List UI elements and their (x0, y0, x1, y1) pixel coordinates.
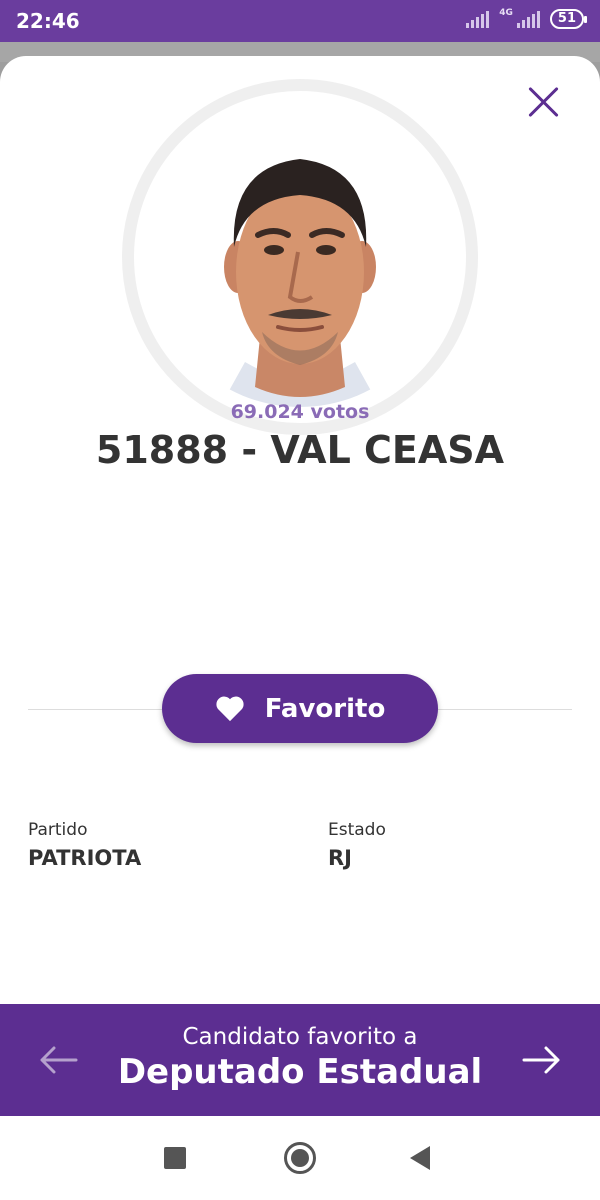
state-info: Estado RJ (328, 820, 386, 870)
favorite-category-bar: Candidato favorito a Deputado Estadual (0, 1004, 600, 1116)
party-value: PATRIOTA (28, 846, 142, 870)
candidate-photo (150, 107, 450, 407)
signal-icon (466, 10, 490, 28)
network-type-label: 4G (499, 8, 513, 18)
footer-title: Deputado Estadual (117, 1052, 483, 1092)
navigation-bar (0, 1116, 600, 1200)
party-label: Partido (28, 820, 88, 840)
favorite-label: Favorito (264, 693, 386, 724)
favorite-button[interactable]: Favorito (162, 674, 438, 743)
vote-count: 69.024 votos (230, 401, 370, 423)
state-label: Estado (328, 820, 386, 840)
heart-icon (216, 696, 244, 722)
candidate-sheet (0, 56, 600, 1116)
close-icon[interactable] (526, 84, 562, 120)
status-icons: 4G 51 (466, 8, 588, 29)
state-value: RJ (328, 846, 352, 870)
arrow-right-icon[interactable] (520, 1040, 564, 1080)
battery-level: 51 (557, 11, 576, 26)
signal-4g-icon (516, 10, 540, 28)
back-icon[interactable] (410, 1146, 430, 1170)
recents-icon[interactable] (164, 1147, 186, 1169)
avatar-ring (122, 79, 478, 435)
candidate-name: 51888 - VAL CEASA (95, 428, 505, 472)
status-bar: 22:46 4G 51 (0, 0, 600, 42)
status-time: 22:46 (16, 9, 80, 33)
footer-caption: Candidato favorito a (182, 1024, 418, 1050)
home-icon[interactable] (284, 1142, 316, 1174)
battery-icon: 51 (549, 9, 588, 29)
party-info: Partido PATRIOTA (28, 820, 141, 870)
